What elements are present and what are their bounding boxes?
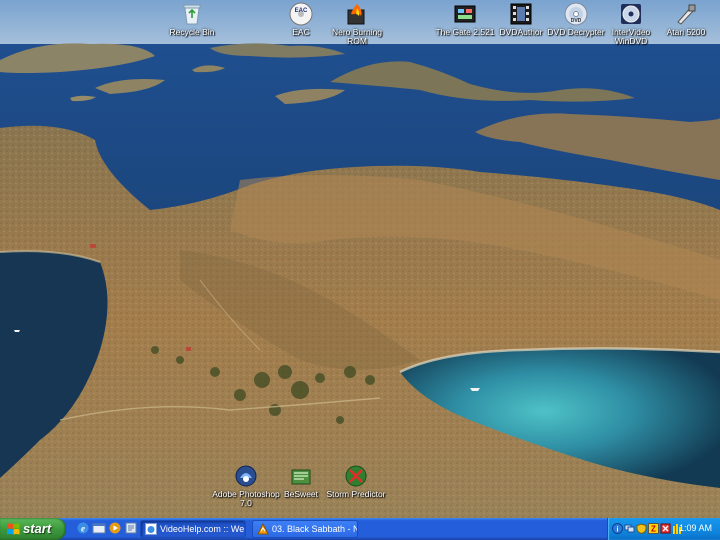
winamp-icon [257, 522, 269, 535]
browser-window-icon [145, 523, 157, 535]
eac-icon: EAC [289, 2, 313, 26]
recycle-bin-icon [180, 2, 204, 26]
desktop-wallpaper [0, 0, 720, 518]
windvd-icon [619, 2, 643, 26]
desktop-icon-atari-5200[interactable]: Atari 5200 [651, 2, 720, 37]
nero-icon [345, 2, 369, 26]
svg-text:DVD: DVD [571, 18, 582, 24]
start-button[interactable]: start [0, 518, 66, 540]
desktop-icon-label: Atari 5200 [666, 27, 706, 37]
desktop-icon-storm-predictor[interactable]: Storm Predictor [321, 464, 391, 499]
taskbar-button-label: VideoHelp.com :: We ... [160, 524, 246, 534]
desktop-icon-label: Nero Burning ROM [331, 27, 383, 46]
dvd-decrypter-icon: DVD [564, 2, 588, 26]
tray-info-icon[interactable]: i [612, 523, 623, 534]
system-tray: i Z 1:09 AM [607, 518, 720, 540]
tray-alert-icon[interactable] [660, 523, 671, 534]
svg-text:i: i [617, 527, 619, 534]
tray-zonealarm-icon[interactable]: Z [648, 523, 659, 534]
desktop-icon-nero[interactable]: Nero Burning ROM [322, 2, 392, 46]
start-label: start [23, 521, 52, 536]
the-gate-icon [453, 2, 477, 26]
taskbar: start e VideoHelp.com :: We ... 03. Blac… [0, 518, 720, 540]
tray-shield-icon[interactable] [636, 523, 647, 535]
taskbar-button-videohelp[interactable]: VideoHelp.com :: We ... [140, 520, 246, 538]
atari-5200-icon [674, 2, 698, 26]
svg-text:EAC: EAC [295, 8, 308, 14]
svg-text:e: e [81, 524, 85, 534]
dvdauthor-icon [509, 2, 533, 26]
svg-text:Z: Z [651, 525, 656, 534]
desktop-icon-label: Recycle Bin [169, 27, 215, 37]
taskbar-button-winamp[interactable]: 03. Black Sabbath - N... [252, 520, 358, 538]
media-player-icon[interactable] [108, 521, 122, 535]
extra-app-icon[interactable] [124, 521, 138, 535]
desktop-icon-label: Storm Predictor [326, 489, 386, 499]
besweet-icon [289, 464, 313, 488]
photoshop-icon [234, 464, 258, 488]
taskbar-button-label: 03. Black Sabbath - N... [272, 524, 358, 534]
storm-predictor-icon [344, 464, 368, 488]
tray-network-icon[interactable] [624, 523, 635, 534]
ie-icon[interactable]: e [76, 521, 90, 535]
show-desktop-icon[interactable] [92, 521, 106, 535]
taskbar-clock[interactable]: 1:09 AM [679, 523, 712, 533]
windows-logo-icon [6, 522, 20, 536]
desktop-icon-recycle-bin[interactable]: Recycle Bin [157, 2, 227, 37]
